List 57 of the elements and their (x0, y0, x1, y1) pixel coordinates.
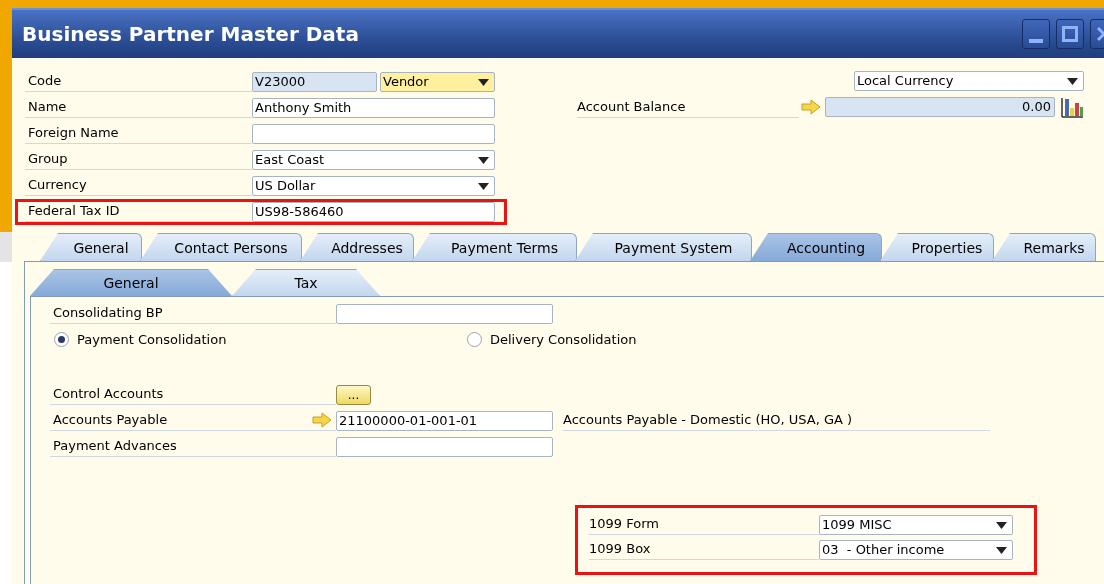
field-label: Consolidating BP (50, 302, 336, 324)
maximize-icon (1061, 25, 1079, 43)
balance-field[interactable]: 0.00 (825, 97, 1055, 117)
minimize-icon (1029, 39, 1043, 43)
caret-icon (1067, 77, 1078, 85)
code-field[interactable]: V23000 (252, 72, 377, 92)
tab[interactable]: Payment Terms (412, 233, 577, 261)
field-label: Accounts Payable (53, 411, 168, 429)
radio-button[interactable] (467, 331, 482, 347)
caret-icon (478, 78, 489, 86)
field-label: Federal Tax ID (25, 201, 252, 222)
input-field[interactable]: US98-586460 (252, 202, 495, 222)
radio-button[interactable] (54, 331, 69, 347)
type-dropdown[interactable]: Vendor (380, 72, 495, 92)
tab[interactable]: Addresses (300, 233, 414, 261)
currency-dropdown[interactable]: Local Currency (854, 71, 1084, 91)
field-label: 1099 Form (589, 513, 819, 535)
tab[interactable]: Accounting (750, 233, 882, 261)
bar-chart-icon (1060, 95, 1084, 119)
dropdown-field[interactable]: East Coast (252, 150, 495, 170)
arrow-icon (312, 411, 332, 428)
tab[interactable]: General (40, 233, 142, 261)
input-field[interactable] (336, 304, 553, 324)
tab[interactable]: Payment System (575, 233, 752, 261)
input-field[interactable] (252, 124, 495, 144)
tab[interactable]: Properties (880, 233, 994, 261)
subtab[interactable]: General (30, 269, 232, 296)
field-label: Name (25, 97, 252, 118)
input-field[interactable] (336, 437, 553, 457)
field-label: Control Accounts (50, 383, 336, 405)
field-label: Foreign Name (25, 123, 252, 144)
field-label: Account Balance (577, 96, 799, 118)
more-button[interactable]: ... (336, 385, 371, 405)
radio-label: Payment Consolidation (77, 331, 227, 347)
field-label: Currency (25, 175, 252, 196)
radio-label: Delivery Consolidation (490, 331, 637, 347)
dropdown-field[interactable]: 1099 MISC (819, 515, 1013, 535)
window-title: Business Partner Master Data (22, 22, 360, 46)
caret-icon (996, 546, 1007, 554)
caret-icon (478, 182, 489, 190)
arrow-icon (801, 99, 821, 115)
maximize-button[interactable] (1056, 19, 1084, 49)
tab[interactable]: Remarks (992, 233, 1096, 261)
field-label: 1099 Box (589, 538, 819, 560)
input-field[interactable]: Anthony Smith (252, 98, 495, 118)
field-label: Group (25, 149, 252, 170)
dropdown-field[interactable]: US Dollar (252, 176, 495, 196)
input-field[interactable]: 21100000-01-001-01 (336, 411, 553, 431)
caret-icon (478, 156, 489, 164)
account-description: Accounts Payable - Domestic (HO, USA, GA ) (563, 409, 990, 431)
minimize-button[interactable] (1022, 19, 1050, 49)
tab[interactable]: Contact Persons (140, 233, 302, 261)
field-label: Code (25, 71, 252, 92)
dropdown-field[interactable]: 03 - Other income (819, 540, 1013, 560)
caret-icon (996, 521, 1007, 529)
field-label: Payment Advances (50, 435, 336, 457)
subtab[interactable]: Tax (232, 269, 380, 296)
